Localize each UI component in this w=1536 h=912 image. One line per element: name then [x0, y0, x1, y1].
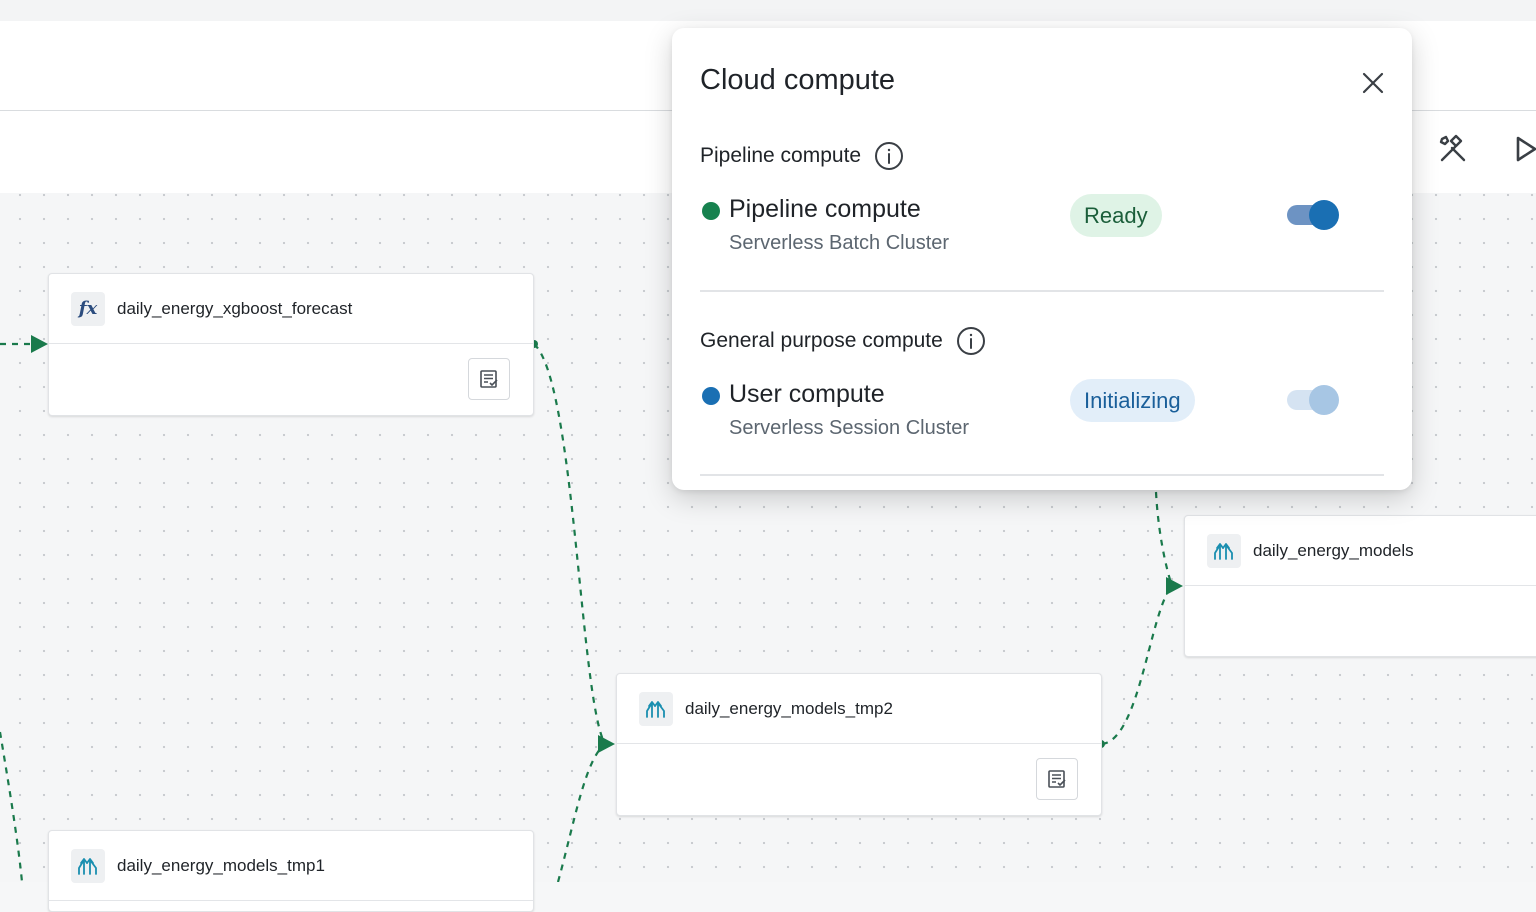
- pipeline-node[interactable]: fx daily_energy_xgboost_forecast: [48, 273, 534, 416]
- dialog-title: Cloud compute: [700, 64, 896, 96]
- run-icon[interactable]: [1508, 132, 1536, 166]
- section-label: General purpose compute: [700, 326, 986, 356]
- divider: [700, 290, 1384, 292]
- compute-toggle[interactable]: [1286, 198, 1340, 232]
- merge-icon: [71, 848, 105, 883]
- merge-icon: [1207, 533, 1241, 568]
- compute-name: Pipeline compute: [729, 195, 921, 223]
- pipeline-node[interactable]: daily_energy_models: [1184, 515, 1536, 657]
- status-badge: Initializing: [1070, 379, 1195, 422]
- section-label-text: General purpose compute: [700, 329, 943, 352]
- pipeline-node[interactable]: daily_energy_models_tmp2: [616, 673, 1102, 816]
- node-title: daily_energy_xgboost_forecast: [117, 298, 353, 318]
- merge-icon: [639, 691, 673, 726]
- table-check-icon: [1048, 770, 1066, 788]
- node-title: daily_energy_models: [1253, 540, 1414, 560]
- section-label: Pipeline compute: [700, 141, 904, 171]
- node-title: daily_energy_models_tmp2: [685, 698, 893, 718]
- status-dot: [702, 387, 720, 405]
- compute-name: User compute: [729, 380, 885, 408]
- info-icon[interactable]: [956, 326, 986, 356]
- view-table-button[interactable]: [1036, 758, 1078, 800]
- status-dot: [702, 202, 720, 220]
- divider: [700, 474, 1384, 476]
- status-badge: Ready: [1070, 194, 1162, 237]
- close-button[interactable]: [1356, 66, 1390, 100]
- info-icon[interactable]: [874, 141, 904, 171]
- build-tools-icon[interactable]: [1436, 132, 1470, 166]
- node-title: daily_energy_models_tmp1: [117, 855, 325, 875]
- top-strip: [0, 0, 1536, 21]
- compute-toggle[interactable]: [1286, 383, 1340, 417]
- compute-subtitle: Serverless Session Cluster: [729, 417, 970, 439]
- section-label-text: Pipeline compute: [700, 144, 862, 167]
- cloud-compute-dialog: Cloud compute Pipeline compute Pipeline …: [672, 28, 1412, 490]
- view-table-button[interactable]: [468, 358, 510, 400]
- table-check-icon: [480, 370, 498, 388]
- pipeline-node[interactable]: daily_energy_models_tmp1: [48, 830, 534, 912]
- close-icon: [1362, 72, 1384, 94]
- function-icon: fx: [71, 291, 105, 326]
- compute-subtitle: Serverless Batch Cluster: [729, 232, 950, 254]
